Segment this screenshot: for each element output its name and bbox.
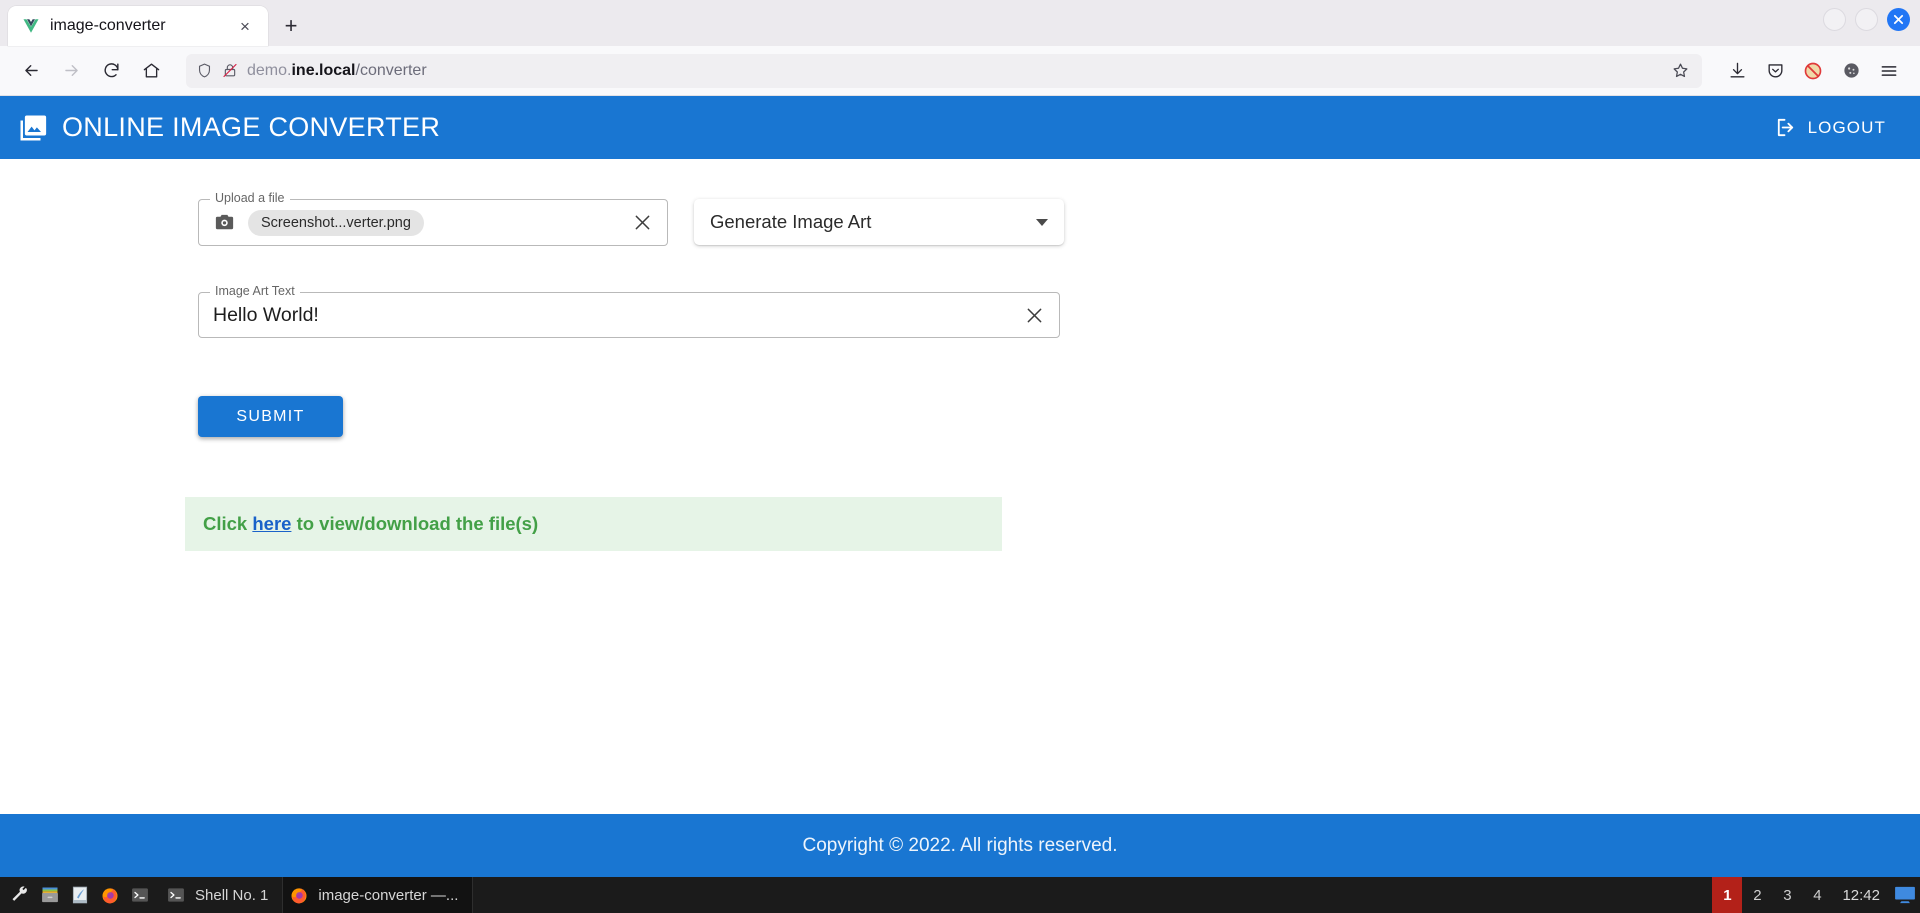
wrench-icon[interactable] bbox=[10, 885, 30, 905]
maximize-button[interactable] bbox=[1855, 8, 1878, 31]
text-editor-icon[interactable] bbox=[70, 885, 90, 905]
star-icon[interactable] bbox=[1671, 61, 1690, 80]
blocked-icon[interactable] bbox=[1796, 54, 1830, 88]
main-content: Upload a file Screenshot...verter.png Ge… bbox=[0, 159, 1920, 814]
workspace-4[interactable]: 4 bbox=[1802, 877, 1832, 913]
submit-button[interactable]: SUBMIT bbox=[198, 396, 343, 437]
image-art-text-legend: Image Art Text bbox=[210, 285, 300, 298]
shield-icon[interactable] bbox=[196, 62, 213, 79]
tab-close-icon[interactable]: × bbox=[232, 13, 258, 39]
home-button[interactable] bbox=[134, 54, 168, 88]
display-icon[interactable] bbox=[1890, 877, 1920, 913]
download-icon[interactable] bbox=[1720, 54, 1754, 88]
download-link[interactable]: here bbox=[252, 513, 291, 534]
logout-icon bbox=[1774, 116, 1797, 139]
workspace-1[interactable]: 1 bbox=[1712, 877, 1743, 913]
workspace-2[interactable]: 2 bbox=[1742, 877, 1772, 913]
new-tab-button[interactable]: + bbox=[278, 13, 304, 39]
alert-prefix: Click bbox=[203, 513, 253, 534]
alert-suffix: to view/download the file(s) bbox=[291, 513, 539, 534]
camera-icon[interactable] bbox=[213, 211, 236, 234]
brand: ONLINE IMAGE CONVERTER bbox=[18, 112, 440, 143]
page-footer: Copyright © 2022. All rights reserved. bbox=[0, 814, 1920, 877]
tab-strip: image-converter × + bbox=[0, 0, 1920, 46]
vue-logo-icon bbox=[22, 17, 40, 35]
success-alert: Click here to view/download the file(s) bbox=[185, 497, 1002, 551]
url-text[interactable]: demo.ine.local/converter bbox=[247, 62, 1662, 80]
image-art-text-field[interactable]: Image Art Text Hello World! bbox=[198, 285, 1060, 338]
image-art-text-input[interactable]: Hello World! bbox=[213, 304, 1021, 327]
minimize-button[interactable] bbox=[1823, 8, 1846, 31]
lock-crossed-icon[interactable] bbox=[222, 62, 238, 79]
taskbar-window-shell[interactable]: Shell No. 1 bbox=[160, 877, 284, 913]
reload-button[interactable] bbox=[94, 54, 128, 88]
logout-button[interactable]: LOGOUT bbox=[1764, 108, 1896, 147]
browser-tab[interactable]: image-converter × bbox=[8, 6, 268, 46]
url-bar[interactable]: demo.ine.local/converter bbox=[186, 53, 1702, 88]
app-header: ONLINE IMAGE CONVERTER LOGOUT bbox=[0, 96, 1920, 159]
cookie-icon[interactable] bbox=[1834, 54, 1868, 88]
form-row-upload: Upload a file Screenshot...verter.png Ge… bbox=[198, 192, 1920, 246]
uploaded-file-chip[interactable]: Screenshot...verter.png bbox=[248, 209, 424, 236]
taskbar-window-browser[interactable]: image-converter —... bbox=[283, 877, 474, 913]
hamburger-menu-icon[interactable] bbox=[1872, 54, 1906, 88]
upload-field-legend: Upload a file bbox=[210, 192, 290, 205]
tab-title: image-converter bbox=[50, 17, 166, 34]
logout-label: LOGOUT bbox=[1807, 117, 1886, 137]
photo-library-icon bbox=[18, 113, 48, 143]
workspace-3[interactable]: 3 bbox=[1772, 877, 1802, 913]
file-manager-icon[interactable] bbox=[40, 885, 60, 905]
firefox-icon[interactable] bbox=[100, 885, 120, 905]
navigation-toolbar: demo.ine.local/converter bbox=[0, 46, 1920, 96]
taskbar-status-area: 1 2 3 4 12:42 bbox=[1712, 877, 1920, 913]
terminal-icon bbox=[166, 885, 186, 905]
clear-upload-icon[interactable] bbox=[629, 210, 655, 236]
taskbar-launchers bbox=[0, 877, 160, 913]
taskbar: Shell No. 1 image-converter —... 1 2 3 4… bbox=[0, 877, 1920, 913]
page-title: ONLINE IMAGE CONVERTER bbox=[62, 112, 441, 142]
taskbar-spacer bbox=[473, 877, 1712, 913]
close-window-button[interactable] bbox=[1887, 8, 1910, 31]
forward-button[interactable] bbox=[54, 54, 88, 88]
taskbar-window-shell-label: Shell No. 1 bbox=[195, 886, 269, 904]
browser-toolbar-actions bbox=[1720, 54, 1906, 88]
back-button[interactable] bbox=[14, 54, 48, 88]
clear-image-art-text-icon[interactable] bbox=[1021, 302, 1047, 328]
terminal-icon[interactable] bbox=[130, 885, 150, 905]
pocket-icon[interactable] bbox=[1758, 54, 1792, 88]
web-page: ONLINE IMAGE CONVERTER LOGOUT Upload a f… bbox=[0, 96, 1920, 877]
upload-file-field[interactable]: Upload a file Screenshot...verter.png bbox=[198, 192, 668, 246]
clock: 12:42 bbox=[1842, 886, 1880, 904]
window-controls bbox=[1823, 8, 1910, 31]
operation-select[interactable]: Generate Image Art bbox=[694, 199, 1064, 245]
chevron-down-icon[interactable] bbox=[1036, 218, 1048, 226]
firefox-icon bbox=[289, 885, 309, 905]
operation-select-value: Generate Image Art bbox=[710, 211, 872, 232]
browser-window: image-converter × + demo.ine.local/conve… bbox=[0, 0, 1920, 913]
taskbar-window-browser-label: image-converter —... bbox=[318, 886, 459, 904]
